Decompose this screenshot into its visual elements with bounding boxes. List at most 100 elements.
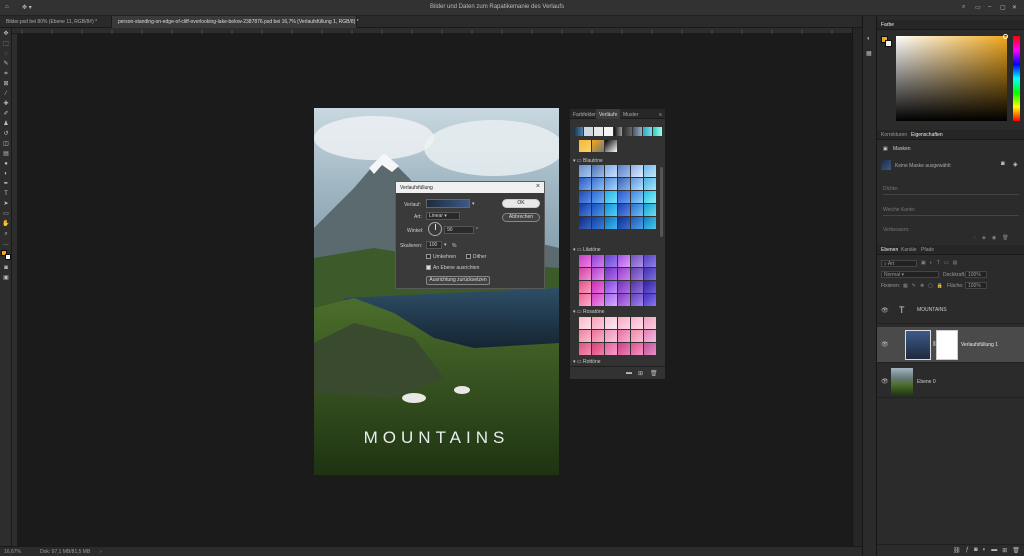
pen-tool-icon[interactable]: ✒ bbox=[2, 180, 10, 188]
gradient-preview-swatch[interactable] bbox=[426, 199, 470, 208]
maximize-icon[interactable]: ▢ bbox=[1000, 4, 1006, 11]
filter-adjustment-icon[interactable]: ◐ bbox=[930, 260, 933, 266]
layer-filter-select[interactable]: ⌕ Art bbox=[881, 260, 917, 267]
weiche-kante-slider[interactable] bbox=[883, 215, 1019, 216]
workspace-icon[interactable]: ▭ bbox=[975, 4, 981, 11]
gruppe-rosatoene[interactable]: ▾ ▭ Rosatöne bbox=[573, 309, 604, 315]
tab-korrekturen[interactable]: Korrekturen bbox=[881, 132, 907, 138]
tab-ebenen[interactable]: Ebenen bbox=[881, 247, 898, 253]
vector-mask-icon[interactable]: ◈ bbox=[1013, 161, 1018, 168]
marquee-tool-icon[interactable]: ⬚ bbox=[2, 40, 10, 48]
angle-dial[interactable] bbox=[428, 222, 442, 236]
filter-smart-icon[interactable]: ▤ bbox=[953, 260, 958, 266]
move-tool-icon[interactable]: ✥ bbox=[2, 30, 10, 38]
lock-all-icon[interactable]: 🔒 bbox=[937, 283, 943, 289]
gruppe-blautoene[interactable]: ▾ ▭ Blautöne bbox=[573, 158, 603, 164]
delete-layer-icon[interactable]: 🗑 bbox=[1012, 547, 1020, 554]
new-layer-icon[interactable]: ⊞ bbox=[1002, 547, 1007, 554]
lock-transparency-icon[interactable]: ▦ bbox=[903, 283, 908, 289]
flaeche-input[interactable]: 100% bbox=[965, 282, 987, 289]
zoom-level[interactable]: 16,67% bbox=[4, 549, 21, 555]
dodge-tool-icon[interactable]: ◐ bbox=[2, 170, 10, 178]
blautoene-swatches[interactable] bbox=[579, 165, 656, 229]
layer-row-verlaufsfuellung[interactable]: 👁 ⛓ Verlaufsfüllung 1 bbox=[877, 327, 1024, 363]
rectangle-tool-icon[interactable]: ▭ bbox=[2, 210, 10, 218]
tab-pfade[interactable]: Pfade bbox=[921, 247, 934, 253]
rosatoene-swatches[interactable] bbox=[579, 317, 656, 355]
tab-kanaele[interactable]: Kanäle bbox=[901, 247, 917, 253]
gradients-scrollbar[interactable] bbox=[660, 167, 663, 237]
umkehren-checkbox[interactable] bbox=[426, 254, 431, 259]
layer-mask-thumbnail[interactable] bbox=[936, 330, 958, 360]
tab-bilder[interactable]: Bilder.psd bei 80% (Ebene 11, RGB/8#) * bbox=[0, 16, 112, 28]
opacity-input[interactable]: 100% bbox=[965, 271, 987, 278]
eraser-tool-icon[interactable]: ◫ bbox=[2, 140, 10, 148]
path-select-tool-icon[interactable]: ➤ bbox=[2, 200, 10, 208]
art-select[interactable]: Linear ▾ bbox=[426, 212, 460, 220]
link-layers-icon[interactable]: ⛓ bbox=[953, 547, 961, 554]
visibility-eye-icon[interactable]: 👁 bbox=[881, 307, 889, 314]
filter-shape-icon[interactable]: ▭ bbox=[944, 260, 949, 266]
tab-muster[interactable]: Muster bbox=[620, 109, 641, 119]
layer-name[interactable]: Verlaufsfüllung 1 bbox=[961, 342, 998, 348]
pixel-mask-icon[interactable]: ◙ bbox=[1001, 161, 1005, 167]
toggle-mask-icon[interactable]: ◉ bbox=[992, 235, 996, 241]
stamp-tool-icon[interactable]: ♟ bbox=[2, 120, 10, 128]
layer-name[interactable]: MOUNTAINS bbox=[917, 307, 947, 313]
visibility-eye-icon[interactable]: 👁 bbox=[881, 378, 889, 385]
fx-icon[interactable]: ƒ bbox=[966, 547, 969, 554]
status-chevron-icon[interactable]: › bbox=[100, 549, 102, 555]
new-group-folder-icon[interactable]: ▬ bbox=[991, 547, 997, 554]
new-adjustment-icon[interactable]: ◐ bbox=[983, 547, 987, 554]
more-tools-icon[interactable]: … bbox=[2, 240, 10, 248]
lasso-tool-icon[interactable]: ◌ bbox=[2, 50, 10, 58]
apply-mask-icon[interactable]: ◈ bbox=[982, 235, 986, 241]
blur-tool-icon[interactable]: ● bbox=[2, 160, 10, 168]
delete-mask-icon[interactable]: 🗑 bbox=[1002, 235, 1008, 241]
tab-eigenschaften[interactable]: Eigenschaften bbox=[911, 132, 943, 138]
zoom-tool-icon[interactable]: ⌕ bbox=[2, 230, 10, 238]
winkel-input[interactable]: 90 bbox=[444, 226, 474, 234]
color-background-swatch[interactable] bbox=[885, 40, 892, 47]
frame-tool-icon[interactable]: ⊠ bbox=[2, 80, 10, 88]
close-icon[interactable]: × bbox=[536, 183, 540, 190]
filter-pixel-icon[interactable]: ▣ bbox=[921, 260, 926, 266]
swatches-panel-icon[interactable]: ▦ bbox=[866, 50, 874, 58]
lock-artboard-icon[interactable]: ▢ bbox=[928, 283, 933, 289]
new-group-icon[interactable]: ▬ bbox=[626, 370, 632, 376]
load-selection-icon[interactable]: ◌ bbox=[973, 235, 976, 241]
gruppe-lilatoene[interactable]: ▾ ▭ Lilatöne bbox=[573, 247, 601, 253]
lock-pixels-icon[interactable]: ✎ bbox=[912, 283, 916, 289]
new-gradient-icon[interactable]: ⊞ bbox=[638, 370, 643, 377]
screen-mode-icon[interactable]: ▣ bbox=[2, 274, 10, 282]
color-panel-icon[interactable]: ◑ bbox=[866, 36, 874, 44]
home-icon[interactable]: ⌂ bbox=[5, 4, 9, 10]
lilatoene-swatches[interactable] bbox=[579, 255, 656, 306]
an-ebene-ausrichten-checkbox[interactable] bbox=[426, 265, 431, 270]
tab-person-standing[interactable]: person-standing-on-edge-of-cliff-overloo… bbox=[112, 16, 359, 28]
move-tool-options-icon[interactable]: ✥ ▾ bbox=[22, 4, 32, 11]
hand-tool-icon[interactable]: ✋ bbox=[2, 220, 10, 228]
background-color-swatch[interactable] bbox=[5, 254, 11, 260]
ok-button[interactable]: OK bbox=[502, 199, 540, 208]
gradient-tool-icon[interactable]: ▤ bbox=[2, 150, 10, 158]
gruppe-rottoene[interactable]: ▾ ▭ Rottöne bbox=[573, 359, 601, 365]
add-mask-icon[interactable]: ◙ bbox=[974, 547, 978, 554]
color-picker-field[interactable] bbox=[896, 34, 1008, 121]
layer-name[interactable]: Ebene 0 bbox=[917, 379, 936, 385]
skalieren-chevron-icon[interactable]: ▾ bbox=[444, 242, 447, 248]
ausrichtung-zuruecksetzen-button[interactable]: Ausrichtung zurücksetzen bbox=[426, 276, 490, 285]
tab-verlaeufe[interactable]: Verläufe bbox=[596, 109, 621, 119]
visibility-eye-icon[interactable]: 👁 bbox=[881, 341, 889, 348]
filter-type-icon[interactable]: T bbox=[937, 260, 940, 266]
history-brush-tool-icon[interactable]: ↺ bbox=[2, 130, 10, 138]
chevron-down-icon[interactable]: ▾ bbox=[472, 201, 475, 207]
close-window-icon[interactable]: ✕ bbox=[1012, 4, 1017, 11]
document-canvas[interactable]: MOUNTAINS bbox=[314, 108, 559, 475]
dichte-slider[interactable] bbox=[883, 194, 1019, 195]
quick-select-tool-icon[interactable]: ✎ bbox=[2, 60, 10, 68]
tab-farbfelder[interactable]: Farbfelder bbox=[570, 109, 599, 119]
minimize-icon[interactable]: – bbox=[988, 4, 991, 10]
dither-checkbox[interactable] bbox=[466, 254, 471, 259]
search-icon[interactable]: ⌕ bbox=[962, 4, 965, 11]
